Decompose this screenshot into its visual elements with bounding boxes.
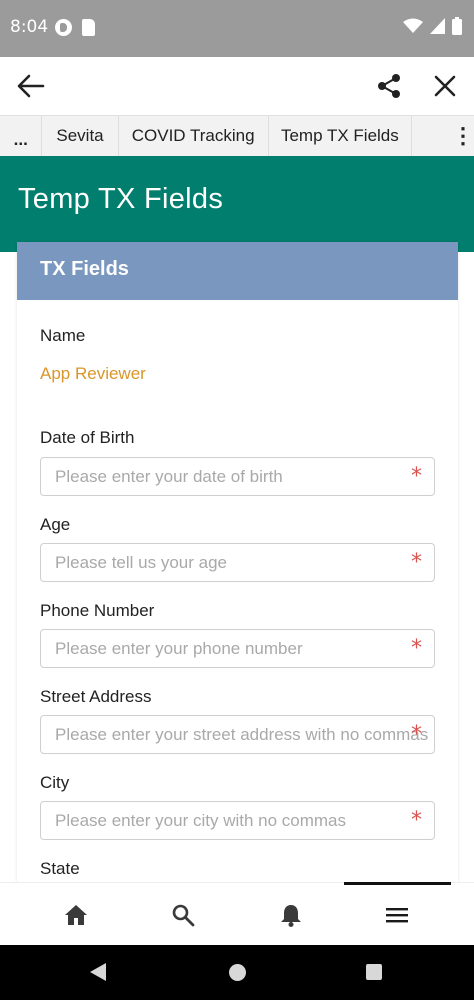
- status-notifications: [55, 19, 95, 36]
- signal-icon: [430, 18, 445, 34]
- bell-icon: [281, 905, 301, 927]
- card-header: TX Fields: [17, 242, 458, 300]
- phone-input[interactable]: Please enter your phone number *: [40, 629, 435, 668]
- status-time: 8:04: [10, 17, 49, 37]
- state-label: State: [40, 859, 80, 878]
- bottom-nav: [0, 882, 474, 945]
- dob-placeholder: Please enter your date of birth: [55, 467, 283, 486]
- form-card: TX Fields Name App Reviewer Date of Birt…: [17, 242, 458, 882]
- menu-icon: [386, 908, 408, 923]
- system-recents-icon[interactable]: [366, 964, 382, 980]
- page-title: Temp TX Fields: [18, 183, 224, 215]
- close-icon: [434, 75, 456, 97]
- home-icon: [65, 905, 87, 925]
- share-icon: [378, 74, 400, 98]
- nav-menu-button[interactable]: [382, 900, 412, 930]
- nav-home-button[interactable]: [61, 900, 91, 930]
- app-notification-icon: [55, 19, 72, 36]
- tab-temp-tx-fields[interactable]: Temp TX Fields: [269, 116, 412, 156]
- search-icon: [172, 904, 195, 927]
- required-marker: *: [411, 550, 422, 575]
- city-label: City: [40, 773, 70, 792]
- app-header: [0, 57, 474, 115]
- age-input[interactable]: Please tell us your age *: [40, 543, 435, 582]
- required-marker: *: [411, 464, 422, 489]
- nav-notifications-button[interactable]: [276, 900, 306, 930]
- required-marker: *: [411, 636, 422, 661]
- age-label: Age: [40, 515, 71, 534]
- share-button[interactable]: [372, 69, 406, 103]
- nav-search-button[interactable]: [168, 900, 198, 930]
- system-nav-bar: [0, 945, 474, 1000]
- system-home-icon[interactable]: [229, 964, 246, 981]
- close-button[interactable]: [428, 69, 462, 103]
- vertical-dots-icon: ⋮: [451, 123, 474, 148]
- dob-input[interactable]: Please enter your date of birth *: [40, 457, 435, 496]
- status-bar: 8:04: [0, 0, 474, 57]
- card-title: TX Fields: [40, 258, 129, 280]
- phone-placeholder: Please enter your phone number: [55, 639, 303, 658]
- name-label: Name: [40, 326, 86, 345]
- active-tab-indicator: [344, 882, 451, 885]
- city-placeholder: Please enter your city with no commas: [55, 811, 347, 830]
- tab-more-left[interactable]: ...: [0, 116, 43, 156]
- status-system-icons: [403, 17, 462, 35]
- required-marker: *: [411, 808, 422, 833]
- age-placeholder: Please tell us your age: [55, 553, 227, 572]
- street-address-label: Street Address: [40, 687, 152, 706]
- phone-label: Phone Number: [40, 601, 155, 620]
- tab-covid-tracking[interactable]: COVID Tracking: [119, 116, 269, 156]
- wifi-icon: [403, 18, 423, 33]
- back-button[interactable]: [14, 69, 48, 103]
- page-banner: Temp TX Fields: [0, 156, 474, 252]
- required-marker: *: [411, 722, 422, 747]
- system-back-icon[interactable]: [88, 962, 108, 982]
- city-input[interactable]: Please enter your city with no commas *: [40, 801, 435, 840]
- tab-sevita[interactable]: Sevita: [42, 116, 119, 156]
- sd-card-icon: [82, 19, 95, 36]
- tab-overflow-menu[interactable]: ⋮: [412, 116, 474, 156]
- dob-label: Date of Birth: [40, 428, 135, 447]
- back-arrow-icon: [17, 74, 45, 98]
- street-address-placeholder: Please enter your street address with no…: [55, 725, 429, 744]
- tabs-bar: ... Sevita COVID Tracking Temp TX Fields…: [0, 115, 474, 156]
- battery-icon: [452, 17, 462, 35]
- street-address-input[interactable]: Please enter your street address with no…: [40, 715, 435, 754]
- name-value: App Reviewer: [40, 364, 146, 383]
